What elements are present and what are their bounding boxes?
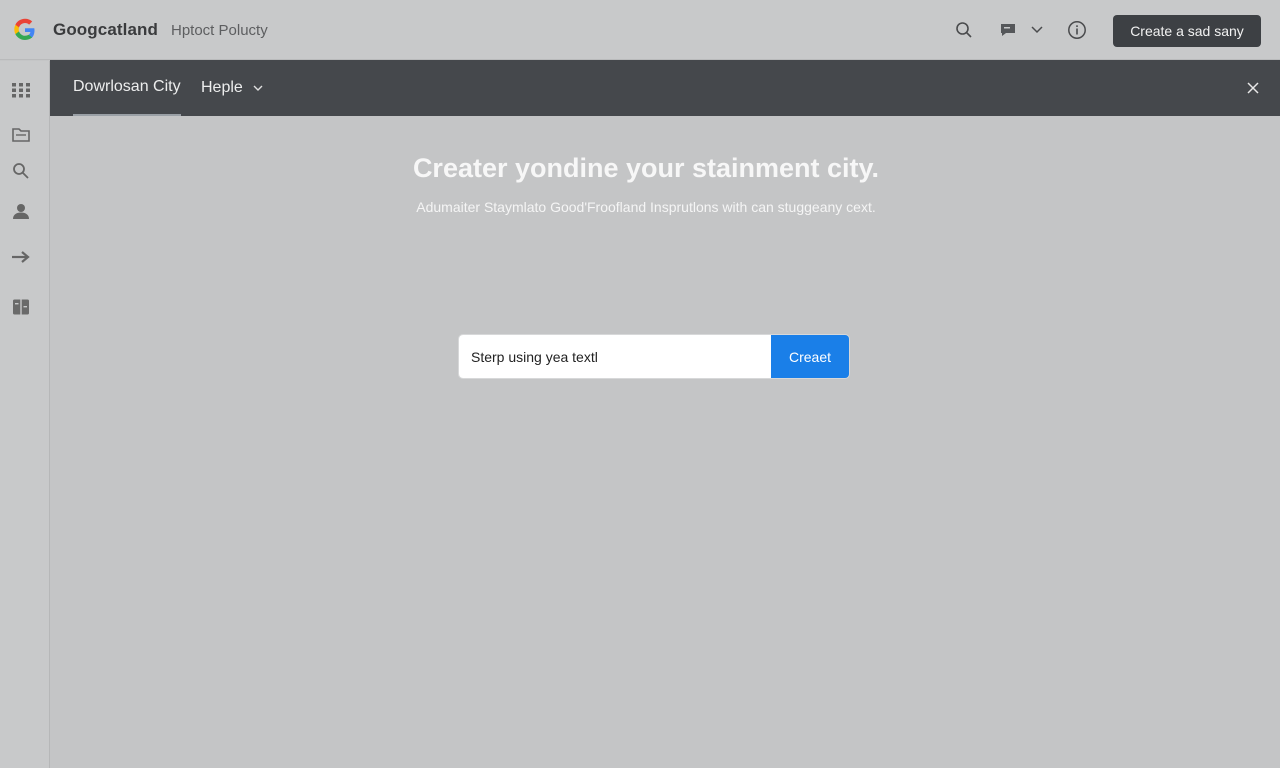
chevron-down-icon[interactable] [1026, 19, 1048, 41]
close-icon[interactable] [1244, 79, 1262, 97]
page-headline: Creater yondine your stainment city. [412, 153, 880, 183]
create-button[interactable]: Create a sad sany [1113, 15, 1261, 47]
chat-icon[interactable] [997, 19, 1019, 41]
person-icon[interactable] [10, 200, 32, 222]
arrow-right-icon[interactable] [10, 246, 32, 268]
folder-icon[interactable] [10, 124, 32, 146]
create-form: Creaet [459, 335, 849, 378]
tab-heple[interactable]: Heple [201, 60, 263, 116]
page-subtitle: Adumaiter Staymlato Good'Froofland Inspr… [416, 199, 876, 215]
apps-grid-icon[interactable] [10, 79, 32, 101]
tab-bar: Dowrlosan City Heple [50, 60, 1280, 116]
search-icon[interactable] [10, 160, 32, 182]
tab-label: Dowrlosan City [73, 78, 181, 95]
tab-dowrlosan-city[interactable]: Dowrlosan City [73, 60, 181, 116]
city-name-input[interactable] [459, 335, 771, 378]
submit-create-button[interactable]: Creaet [771, 335, 849, 378]
app-brand-subtitle: Hptoct Polucty [171, 22, 268, 39]
left-sidebar [0, 61, 50, 768]
tab-label: Heple [201, 79, 243, 96]
top-header: Googcatland Hptoct Polucty Create a sad … [0, 0, 1280, 60]
main-content: Creater yondine your stainment city. Adu… [51, 116, 1280, 768]
google-logo-icon[interactable] [12, 17, 38, 43]
book-icon[interactable] [10, 296, 32, 318]
chevron-down-icon [253, 85, 263, 91]
app-brand-name[interactable]: Googcatland [53, 20, 158, 40]
search-icon[interactable] [953, 19, 975, 41]
info-icon[interactable] [1066, 19, 1088, 41]
